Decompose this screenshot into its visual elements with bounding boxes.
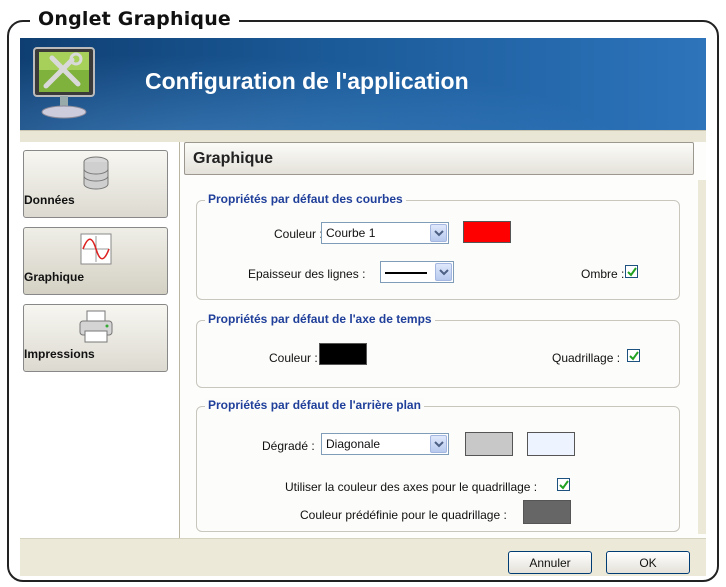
curve-color-label: Couleur : <box>274 227 323 241</box>
header-banner: Configuration de l'application <box>20 38 706 130</box>
sidebar: Données Graphique Impressions <box>20 142 180 538</box>
grid-label: Quadrillage : <box>552 351 621 365</box>
curve-select[interactable]: Courbe 1 <box>321 222 449 244</box>
sidebar-item-impressions[interactable]: Impressions <box>23 304 168 372</box>
use-axis-color-checkbox[interactable] <box>557 478 570 491</box>
axis-color-label: Couleur : <box>269 351 318 365</box>
line-sample-icon <box>385 272 427 274</box>
shadow-label: Ombre : <box>581 267 625 281</box>
ok-button[interactable]: OK <box>606 551 690 574</box>
database-icon <box>83 156 108 190</box>
sidebar-item-graphique[interactable]: Graphique <box>23 227 168 295</box>
dialog-footer <box>20 538 706 576</box>
gradient-select-value: Diagonale <box>326 437 381 451</box>
printer-icon <box>79 310 112 343</box>
chevron-down-icon[interactable] <box>430 224 447 242</box>
panel-scroll-edge <box>698 180 706 534</box>
gradient-label: Dégradé : <box>262 439 315 453</box>
cancel-button[interactable]: Annuler <box>508 551 592 574</box>
graphique-panel: Graphique Propriétés par défaut des cour… <box>180 142 706 538</box>
header-separator <box>20 130 706 142</box>
line-thickness-select[interactable] <box>380 261 454 283</box>
sidebar-item-label: Données <box>24 193 75 207</box>
settings-tools-icon <box>33 47 95 119</box>
time-axis-group: Propriétés par défaut de l'axe de temps … <box>196 312 680 388</box>
chart-icon <box>80 233 111 265</box>
sidebar-item-label: Impressions <box>24 347 95 361</box>
predefined-grid-color-label: Couleur prédéfinie pour le quadrillage : <box>300 508 507 522</box>
curves-group: Propriétés par défaut des courbes Couleu… <box>196 192 680 300</box>
shadow-checkbox[interactable] <box>625 265 638 278</box>
chevron-down-icon[interactable] <box>430 435 447 453</box>
figure-caption: Onglet Graphique <box>30 8 240 30</box>
panel-title: Graphique <box>184 142 694 175</box>
checkmark-icon <box>559 480 569 490</box>
grid-checkbox[interactable] <box>627 349 640 362</box>
group-title: Propriétés par défaut de l'arrière plan <box>205 398 424 412</box>
window-title: Configuration de l'application <box>145 68 469 94</box>
group-title: Propriétés par défaut de l'axe de temps <box>205 312 435 326</box>
gradient-color-1-swatch[interactable] <box>465 432 513 456</box>
chevron-down-icon[interactable] <box>435 263 452 281</box>
predefined-grid-color-swatch[interactable] <box>523 500 571 524</box>
checkmark-icon <box>629 351 639 361</box>
axis-color-swatch[interactable] <box>319 343 367 365</box>
use-axis-color-label: Utiliser la couleur des axes pour le qua… <box>285 480 538 494</box>
checkmark-icon <box>627 267 637 277</box>
gradient-color-2-swatch[interactable] <box>527 432 575 456</box>
curve-select-value: Courbe 1 <box>326 226 376 240</box>
config-window: Configuration de l'application Données G… <box>20 38 706 576</box>
gradient-select[interactable]: Diagonale <box>321 433 449 455</box>
curve-color-swatch[interactable] <box>463 221 511 243</box>
group-title: Propriétés par défaut des courbes <box>205 192 406 206</box>
background-group: Propriétés par défaut de l'arrière plan … <box>196 398 680 532</box>
sidebar-item-label: Graphique <box>24 270 85 284</box>
sidebar-item-donnees[interactable]: Données <box>23 150 168 218</box>
line-thickness-label: Epaisseur des lignes : <box>248 267 366 281</box>
